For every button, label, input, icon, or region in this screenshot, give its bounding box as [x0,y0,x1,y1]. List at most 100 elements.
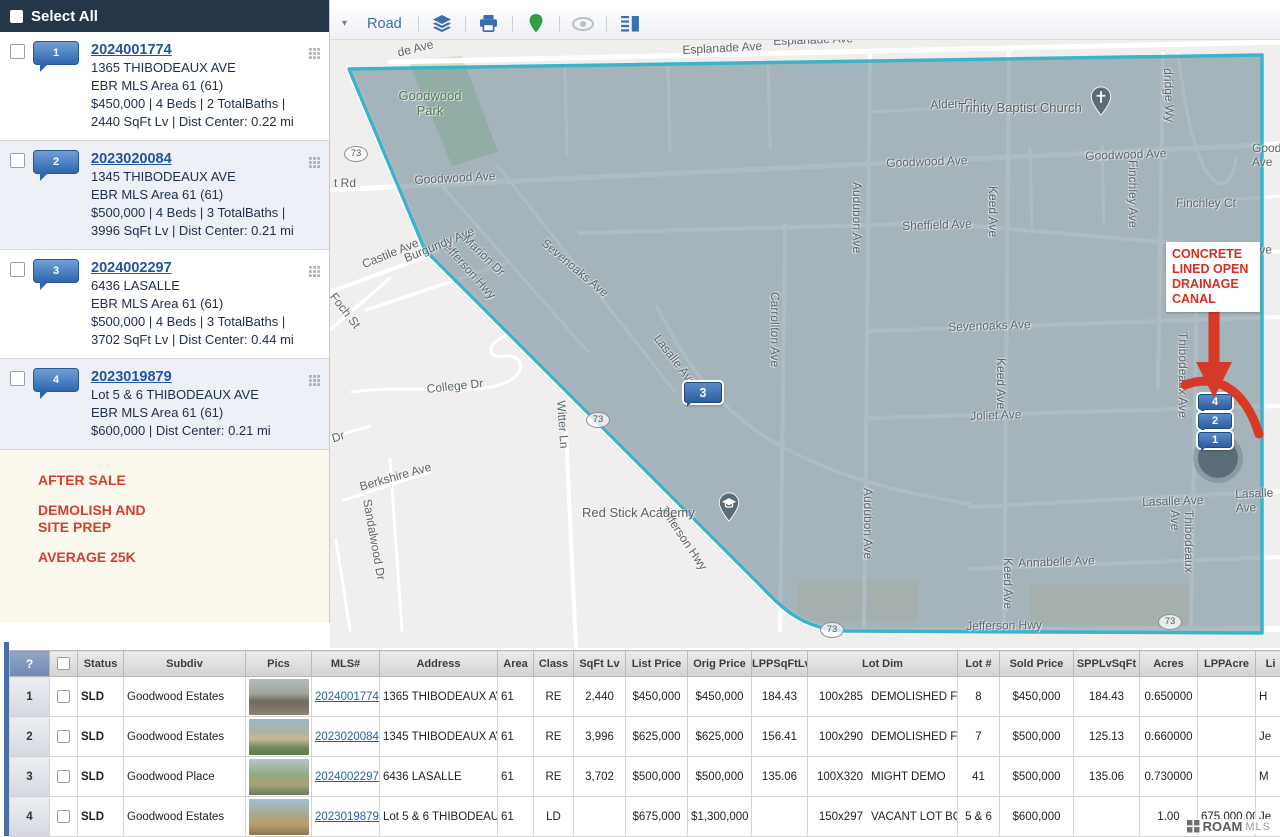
mls-link[interactable]: 2024002297 [315,771,379,783]
print-icon[interactable] [476,13,502,35]
sqft-cell: 2,440 [574,677,626,717]
col-lot-num[interactable]: Lot # [958,651,1000,677]
listing-number-badge: 1 [33,41,79,65]
col-status[interactable]: Status [78,651,124,677]
col-address[interactable]: Address [380,651,498,677]
listing-photo[interactable] [249,719,309,755]
layers-icon[interactable] [429,13,455,35]
orig-price-cell: $500,000 [688,757,752,797]
listing-checkbox[interactable] [10,44,25,59]
mls-link[interactable]: 2024001774 [315,691,379,703]
col-mls[interactable]: MLS# [312,651,380,677]
lot-num-cell: 7 [958,717,1000,757]
acres-cell: 0.660000 [1140,717,1198,757]
orig-price-cell: $625,000 [688,717,752,757]
col-li[interactable]: Li [1256,651,1280,677]
map-marker-2[interactable]: 2 [1198,413,1232,429]
listing-photo[interactable] [249,759,309,795]
map-style-road-button[interactable]: Road [361,16,408,32]
map-marker-1[interactable]: 1 [1198,432,1232,448]
subdiv-cell: Goodwood Place [124,757,246,797]
grid-settings-button[interactable]: ? [10,651,50,677]
li-cell: Je [1256,717,1280,757]
map-marker-4[interactable]: 4 [1198,394,1232,410]
map-markers-layer: 3 4 2 1 [330,40,1280,648]
map-marker-3[interactable]: 3 [684,382,722,403]
list-columns-icon[interactable] [617,13,643,35]
pics-cell[interactable] [246,757,312,797]
row-checkbox-cell [50,717,78,757]
map-canvas[interactable]: Esplanade AveEsplanade Avede Avet RdGood… [330,40,1280,648]
roam-grid-icon [1187,820,1200,833]
map-pin-icon[interactable] [523,13,549,35]
eye-icon[interactable] [570,13,596,35]
row-checkbox[interactable] [57,810,70,823]
listing-photo[interactable] [249,679,309,715]
spplv-cell: 184.43 [1074,677,1140,717]
col-list-price[interactable]: List Price [626,651,688,677]
listing-card[interactable]: 2 2023020084 1345 THIBODEAUX AVEEBR MLS … [0,141,329,250]
table-row[interactable]: 1 SLD Goodwood Estates 2024001774 1365 T… [10,677,1280,717]
row-checkbox[interactable] [57,690,70,703]
col-subdiv[interactable]: Subdiv [124,651,246,677]
drag-handle-icon[interactable] [309,157,320,168]
col-spplvsqft[interactable]: SPPLvSqFt [1074,651,1140,677]
listing-number-badge: 3 [33,259,79,283]
mls-link[interactable]: 2023020084 [315,731,379,743]
col-acres[interactable]: Acres [1140,651,1198,677]
sqft-cell [574,797,626,837]
table-row[interactable]: 4 SLD Goodwood Estates 2023019879 Lot 5 … [10,797,1280,837]
mls-link[interactable]: 2023020084 [91,151,172,167]
address-cell: 1365 THIBODEAUX AVE [380,677,498,717]
listing-number-badge: 2 [33,150,79,174]
list-price-cell: $675,000 [626,797,688,837]
listing-card[interactable]: 3 2024002297 6436 LASALLEEBR MLS Area 61… [0,250,329,359]
listing-checkbox[interactable] [10,153,25,168]
col-lppsqftlv[interactable]: LPPSqFtLv [752,651,808,677]
mls-link[interactable]: 2024002297 [91,260,172,276]
lot-note: DEMOLISHED FOR LAND [871,691,958,703]
acres-cell: 0.730000 [1140,757,1198,797]
col-class[interactable]: Class [534,651,574,677]
row-checkbox[interactable] [57,770,70,783]
toolbar-divider [418,16,419,32]
col-pics[interactable]: Pics [246,651,312,677]
li-cell: M [1256,757,1280,797]
row-number: 4 [10,797,50,837]
roam-mls-logo: ROAMMLS [1184,819,1274,834]
col-lppacre[interactable]: LPPAcre [1198,651,1256,677]
mls-link[interactable]: 2024001774 [91,42,172,58]
class-cell: RE [534,757,574,797]
listing-checkbox[interactable] [10,371,25,386]
select-all-bar[interactable]: Select All [0,0,329,32]
row-checkbox[interactable] [57,730,70,743]
col-sold-price[interactable]: Sold Price [1000,651,1074,677]
listing-photo[interactable] [249,799,309,835]
chevron-down-icon[interactable]: ▾ [338,16,351,31]
area-cell: 61 [498,757,534,797]
pics-cell[interactable] [246,717,312,757]
sidebar-notes: AFTER SALEDEMOLISH AND SITE PREPAVERAGE … [0,450,329,566]
col-orig-price[interactable]: Orig Price [688,651,752,677]
listing-card[interactable]: 4 2023019879 Lot 5 & 6 THIBODEAUX AVEEBR… [0,359,329,450]
listing-checkbox[interactable] [10,262,25,277]
pics-cell[interactable] [246,797,312,837]
col-area[interactable]: Area [498,651,534,677]
mls-link[interactable]: 2023019879 [315,811,379,823]
mls-link[interactable]: 2023019879 [91,369,172,385]
listing-card[interactable]: 1 2024001774 1365 THIBODEAUX AVEEBR MLS … [0,32,329,141]
status-cell: SLD [78,717,124,757]
col-sqft[interactable]: SqFt Lv [574,651,626,677]
col-lot-dim[interactable]: Lot Dim [808,651,958,677]
drag-handle-icon[interactable] [309,266,320,277]
lot-note: VACANT LOT BORDERS CANAL [871,811,958,823]
pics-cell[interactable] [246,677,312,717]
class-cell: RE [534,677,574,717]
area-cell: 61 [498,797,534,837]
drag-handle-icon[interactable] [309,48,320,59]
drag-handle-icon[interactable] [309,375,320,386]
table-row[interactable]: 3 SLD Goodwood Place 2024002297 6436 LAS… [10,757,1280,797]
select-all-checkbox[interactable] [10,10,23,23]
table-row[interactable]: 2 SLD Goodwood Estates 2023020084 1345 T… [10,717,1280,757]
select-all-rows-checkbox[interactable] [57,657,70,670]
